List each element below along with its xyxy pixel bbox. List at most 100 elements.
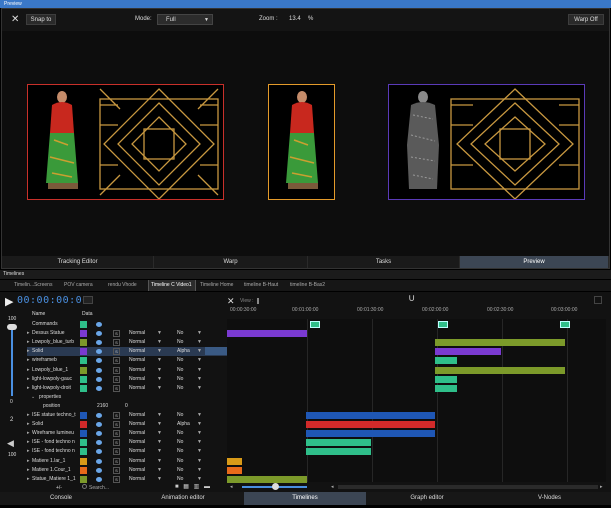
collapse-arrow-icon[interactable]: ⌄: [31, 393, 35, 402]
tab-pov-camera[interactable]: POV camera: [62, 280, 100, 291]
clip-bar[interactable]: [227, 466, 242, 474]
visibility-eye-icon[interactable]: [96, 367, 102, 373]
clip-bar[interactable]: [435, 339, 565, 347]
tab-timeline-home[interactable]: Timeline Home: [198, 280, 238, 291]
solo-button[interactable]: S: [113, 430, 120, 438]
track-color-swatch[interactable]: [80, 475, 87, 483]
command-marker[interactable]: [310, 321, 320, 328]
add-folder-icon[interactable]: ■: [175, 484, 179, 490]
screen-2-preview[interactable]: [268, 84, 335, 200]
scroll-right-icon[interactable]: ▸: [600, 484, 603, 490]
snap-timeline-icon[interactable]: ✕: [227, 296, 235, 307]
property-row[interactable]: position 2160 0: [27, 402, 227, 411]
expand-arrow-icon[interactable]: ▸: [27, 420, 30, 429]
warp-off-button[interactable]: Warp Off: [568, 14, 604, 25]
solo-button[interactable]: S: [113, 348, 120, 356]
track-color-swatch[interactable]: [80, 439, 87, 447]
tab-rendu-vhode[interactable]: rendu Vhode: [106, 280, 146, 291]
solo-button[interactable]: S: [113, 421, 120, 429]
expand-arrow-icon[interactable]: ▸: [27, 356, 30, 365]
track-color-swatch[interactable]: [80, 457, 87, 465]
track-color-swatch[interactable]: [80, 421, 87, 429]
solo-button[interactable]: S: [113, 457, 120, 465]
track-color-swatch[interactable]: [80, 384, 87, 392]
zoom-out-icon[interactable]: ◂: [230, 484, 233, 490]
magnet-icon[interactable]: ∪: [408, 293, 415, 304]
solo-button[interactable]: S: [113, 384, 120, 392]
tab-timelines[interactable]: Timelines: [244, 492, 366, 505]
solo-button[interactable]: S: [113, 330, 120, 338]
visibility-eye-icon[interactable]: [96, 422, 102, 428]
clip-bar[interactable]: [306, 412, 435, 419]
solo-button[interactable]: S: [113, 475, 120, 483]
tab-timeline-screens[interactable]: Timelin...Screens: [12, 280, 58, 291]
visibility-eye-icon[interactable]: [96, 449, 102, 455]
clip-bar[interactable]: [435, 384, 457, 392]
tab-tracking-editor[interactable]: Tracking Editor: [2, 256, 154, 268]
track-color-swatch[interactable]: [80, 466, 87, 474]
snap-to-button[interactable]: Snap to: [26, 14, 56, 25]
track-action-icons[interactable]: ■ ▦ ▥ ▬: [175, 483, 220, 490]
expand-arrow-icon[interactable]: ▸: [27, 384, 30, 393]
track-row[interactable]: ▸ Matiere 1.lar_1 S Normal ▼ No ▼: [27, 457, 227, 466]
track-row[interactable]: ▸ ISE - fond techno n S Normal ▼ No ▼: [27, 438, 227, 447]
expand-arrow-icon[interactable]: ▸: [27, 366, 30, 375]
screen-1-preview[interactable]: [27, 84, 224, 200]
solo-button[interactable]: S: [113, 448, 120, 456]
visibility-eye-icon[interactable]: [96, 358, 102, 364]
track-color-swatch[interactable]: [80, 366, 87, 374]
clip-bar[interactable]: [306, 448, 371, 456]
clip-bar[interactable]: [306, 421, 435, 429]
track-color-swatch[interactable]: [80, 375, 87, 383]
track-row[interactable]: ▸ ISE statue techno_t S Normal ▼ No ▼: [27, 411, 227, 420]
solo-button[interactable]: S: [113, 366, 120, 374]
columns-icon[interactable]: ▥: [194, 484, 200, 490]
play-icon[interactable]: ▶: [5, 295, 13, 308]
visibility-eye-icon[interactable]: [96, 331, 102, 337]
track-row[interactable]: Commands: [27, 320, 227, 329]
snap-icon[interactable]: ✕: [11, 14, 19, 25]
clip-bar[interactable]: [435, 357, 457, 365]
tab-v-nodes[interactable]: V-Nodes: [488, 492, 611, 505]
timeline-zoom-handle[interactable]: [272, 483, 279, 490]
tab-timeline-b-bas2[interactable]: timeline B-Bas2: [288, 280, 332, 291]
visibility-eye-icon[interactable]: [96, 322, 102, 327]
track-row[interactable]: ▸ Wireframe lumineu S Normal ▼ No ▼: [27, 429, 227, 438]
timecode-display[interactable]: 00:00:00:00: [17, 295, 89, 306]
visibility-eye-icon[interactable]: [96, 458, 102, 464]
expand-icon[interactable]: [594, 296, 602, 304]
clip-bar[interactable]: [306, 430, 435, 438]
volume-slider[interactable]: [11, 324, 13, 396]
speaker-icon[interactable]: ◀: [7, 438, 14, 449]
command-marker[interactable]: [560, 321, 570, 328]
track-color-swatch[interactable]: [80, 321, 87, 328]
clip-bar[interactable]: [435, 348, 501, 356]
scroll-left-icon[interactable]: ◂: [331, 484, 334, 490]
track-row[interactable]: ▸ Matiere 1.Cour_1 S Normal ▼ No ▼: [27, 466, 227, 475]
property-group-row[interactable]: ⌄ properties: [27, 393, 227, 402]
visibility-eye-icon[interactable]: [96, 340, 102, 346]
expand-arrow-icon[interactable]: ▸: [27, 375, 30, 384]
expand-arrow-icon[interactable]: ▸: [27, 329, 30, 338]
command-marker[interactable]: [438, 321, 448, 328]
track-row[interactable]: ▸ light-lowpoly-droit S Normal ▼ No ▼: [27, 384, 227, 393]
expand-arrow-icon[interactable]: ▸: [27, 429, 30, 438]
loop-toggle[interactable]: [83, 296, 93, 304]
tab-animation-editor[interactable]: Animation editor: [122, 492, 244, 505]
expand-arrow-icon[interactable]: ▸: [27, 438, 30, 447]
track-color-swatch[interactable]: [80, 348, 87, 356]
search-input[interactable]: Search...: [89, 485, 109, 491]
solo-button[interactable]: S: [113, 466, 120, 474]
track-color-swatch[interactable]: [80, 357, 87, 365]
track-color-swatch[interactable]: [80, 339, 87, 347]
tab-warp[interactable]: Warp: [154, 256, 308, 268]
clip-bar[interactable]: [227, 330, 307, 338]
property-value-y[interactable]: 0: [125, 402, 128, 411]
expand-arrow-icon[interactable]: ▸: [27, 411, 30, 420]
zoom-value[interactable]: 13.4: [289, 16, 301, 22]
solo-button[interactable]: S: [113, 412, 120, 419]
clip-bar[interactable]: [435, 375, 457, 383]
expand-arrow-icon[interactable]: ▸: [27, 447, 30, 456]
tab-timeline-c-video1[interactable]: Timeline C Video1: [148, 280, 196, 291]
property-value-x[interactable]: 2160: [97, 402, 108, 411]
